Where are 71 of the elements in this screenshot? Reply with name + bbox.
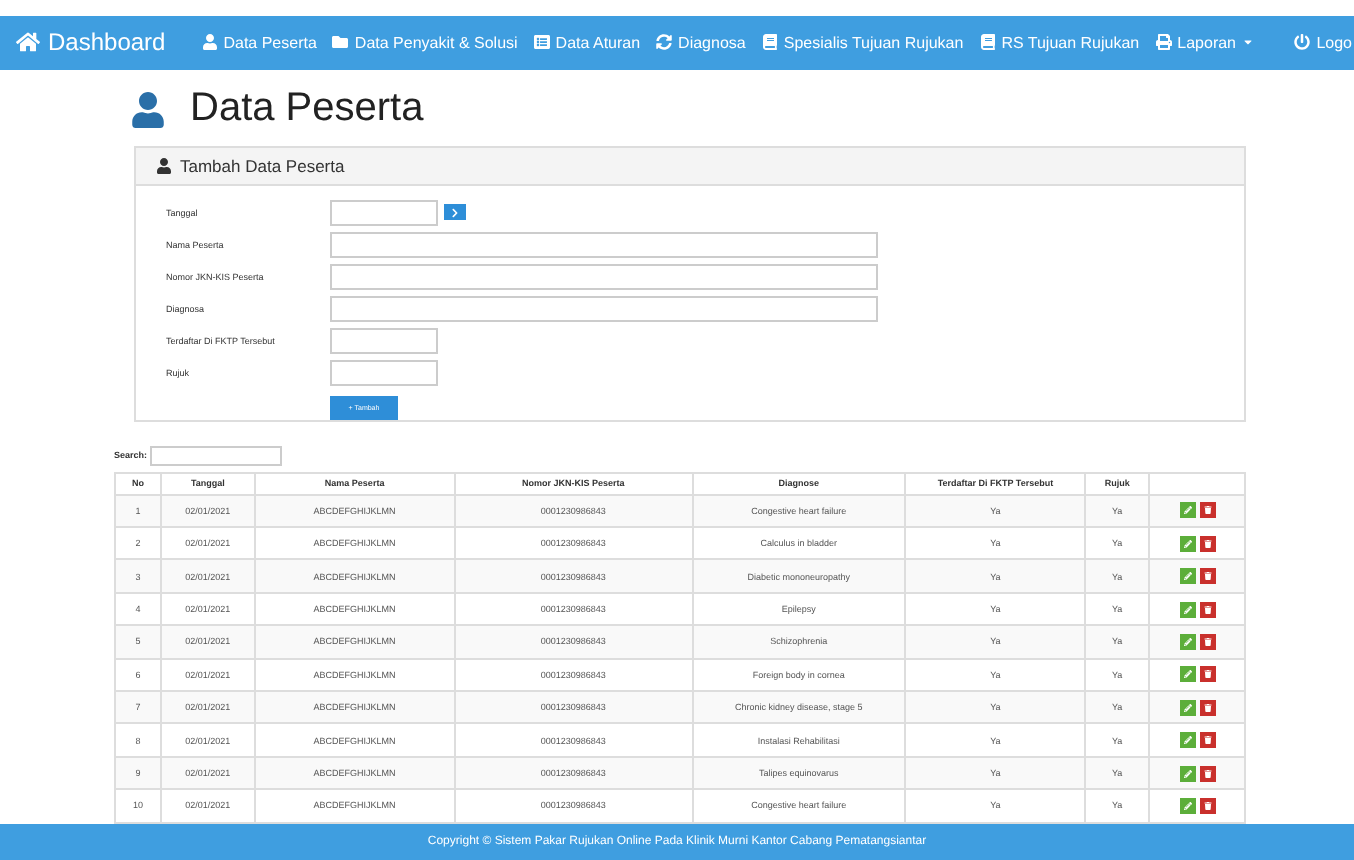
trash-icon — [1203, 506, 1212, 515]
input-field[interactable] — [330, 295, 878, 322]
input-field[interactable] — [330, 231, 878, 258]
nav-link[interactable]: RS Tujuan Rujukan — [979, 33, 1140, 52]
delete-button[interactable] — [1199, 732, 1216, 749]
edit-button[interactable] — [1179, 568, 1196, 585]
delete-button[interactable] — [1199, 797, 1216, 814]
nav-link[interactable]: Data Peserta — [201, 33, 317, 52]
folder-icon — [332, 34, 349, 51]
refresh-icon — [656, 34, 673, 51]
delete-button[interactable] — [1199, 568, 1216, 585]
edit-button[interactable] — [1179, 633, 1196, 650]
search-field[interactable] — [149, 445, 282, 466]
logout-link[interactable]: Logo — [1294, 33, 1352, 52]
home-icon — [16, 30, 40, 55]
trash-icon — [1203, 736, 1212, 745]
trash-icon — [1203, 703, 1212, 712]
pencil-icon — [1183, 506, 1192, 515]
chevron-icon — [450, 207, 460, 218]
delete-button[interactable] — [1199, 633, 1216, 650]
power-icon — [1294, 34, 1311, 51]
pencil-icon — [1183, 736, 1192, 745]
pencil-icon — [1183, 670, 1192, 679]
nav-link[interactable]: Data Penyakit & Solusi — [332, 33, 518, 52]
delete-button[interactable] — [1199, 765, 1216, 781]
book-icon — [761, 34, 778, 51]
nav-link[interactable]: Laporan — [1155, 33, 1254, 52]
trash-icon — [1203, 539, 1212, 548]
delete-button[interactable] — [1199, 601, 1216, 618]
edit-button[interactable] — [1179, 699, 1196, 716]
panel-title: Tambah Data Peserta — [180, 155, 345, 176]
delete-button[interactable] — [1199, 699, 1216, 716]
date-picker-button[interactable] — [444, 204, 466, 221]
trash-icon — [1203, 769, 1212, 777]
input-field[interactable] — [330, 359, 438, 386]
edit-button[interactable] — [1179, 601, 1196, 618]
trash-icon — [1203, 572, 1212, 581]
pencil-icon — [1183, 572, 1192, 581]
edit-button[interactable] — [1179, 765, 1196, 781]
input-field[interactable] — [330, 263, 878, 290]
input-field[interactable] — [330, 327, 438, 354]
user-icon — [201, 34, 218, 51]
edit-button[interactable] — [1179, 502, 1196, 519]
trash-icon — [1203, 801, 1212, 810]
edit-button[interactable] — [1179, 666, 1196, 683]
nav-link[interactable]: Spesialis Tujuan Rujukan — [761, 33, 964, 52]
date-field[interactable] — [330, 199, 438, 226]
nav-link[interactable]: Data Aturan — [533, 33, 641, 52]
book-icon — [979, 34, 996, 51]
delete-button[interactable] — [1199, 666, 1216, 683]
trash-icon — [1203, 637, 1212, 646]
trash-icon — [1203, 605, 1212, 614]
list-icon — [533, 34, 550, 51]
pencil-icon — [1183, 801, 1192, 810]
delete-button[interactable] — [1199, 502, 1216, 519]
pencil-icon — [1183, 769, 1192, 777]
edit-button[interactable] — [1179, 535, 1196, 552]
pencil-icon — [1183, 539, 1192, 548]
page-title: Data Peserta — [190, 86, 424, 133]
edit-button[interactable] — [1179, 797, 1196, 814]
pencil-icon — [1183, 605, 1192, 614]
printer-icon — [1155, 34, 1172, 51]
dashboard-link[interactable]: Dashboard — [16, 28, 166, 57]
delete-button[interactable] — [1199, 535, 1216, 552]
edit-button[interactable] — [1179, 732, 1196, 749]
pencil-icon — [1183, 637, 1192, 646]
trash-icon — [1203, 670, 1212, 679]
pencil-icon — [1183, 703, 1192, 712]
nav-link[interactable]: Diagnosa — [656, 33, 746, 52]
user-icon — [156, 157, 172, 174]
user-icon — [130, 91, 166, 128]
